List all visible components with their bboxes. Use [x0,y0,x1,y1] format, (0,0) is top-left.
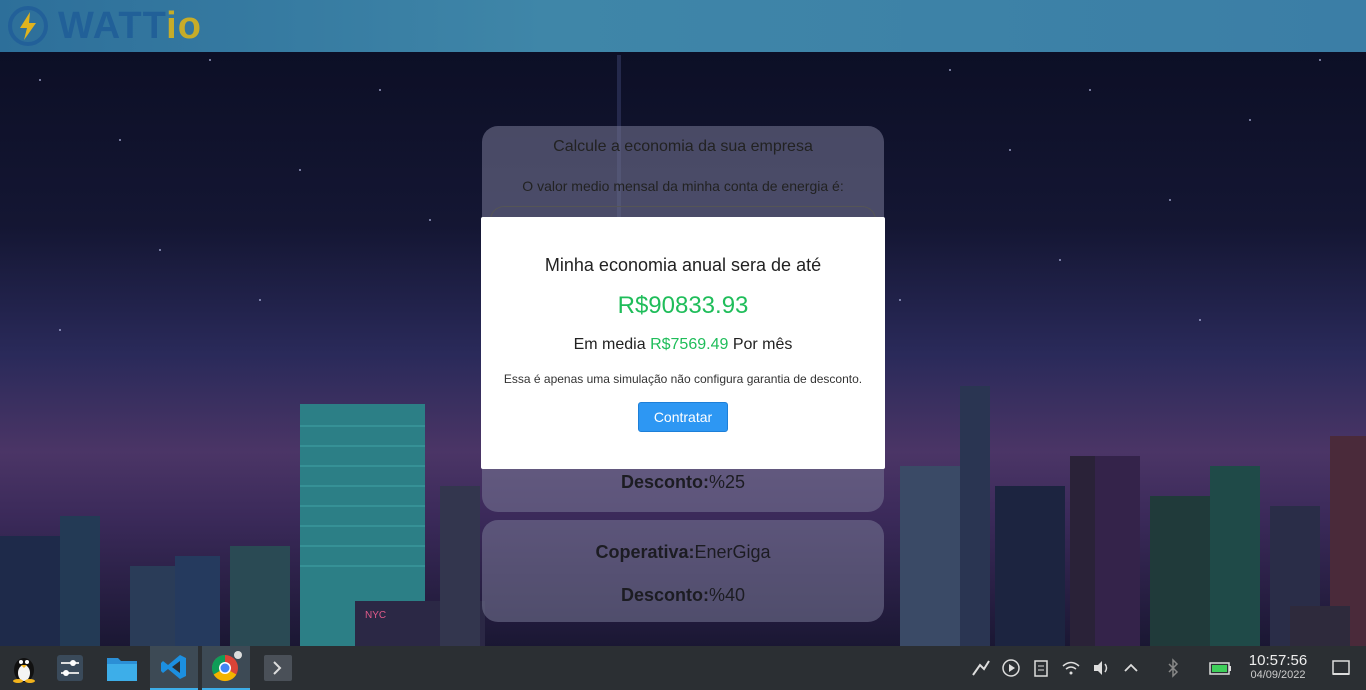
avg-prefix: Em media [573,336,646,353]
discount-value: %25 [708,472,746,492]
cooperative-value: EnerGiga [694,542,771,562]
cooperative-label: Coperativa: [595,542,695,562]
terminal-icon [264,655,292,681]
cooperative-discount-label: Desconto: [620,585,709,605]
battery-icon[interactable] [1208,657,1234,679]
discount-label: Desconto: [620,472,709,492]
os-taskbar: 10:57:56 04/09/2022 [0,646,1366,690]
simulation-disclaimer: Essa é apenas uma simulação não configur… [503,372,863,386]
app-launcher-button[interactable] [0,646,48,690]
klipper-icon[interactable] [970,657,992,679]
avg-suffix: Por mês [732,336,793,353]
logo-main-text: WATT [58,4,167,47]
volume-icon[interactable] [1090,657,1112,679]
file-manager-button[interactable] [98,646,146,690]
sliders-icon [57,655,83,681]
discount-row: Desconto:%25 [482,472,884,493]
lightning-logo-icon [8,6,48,46]
system-tray [966,646,1238,690]
system-settings-button[interactable] [46,646,94,690]
clipboard-icon[interactable] [1030,657,1052,679]
bluetooth-icon[interactable] [1162,657,1184,679]
chrome-button[interactable] [202,646,250,690]
monthly-average-line: Em media R$7569.49 Por mês [481,336,885,354]
cooperative-card: Coperativa:EnerGiga Desconto:%40 [482,520,884,622]
nyc-sign: NYC [365,610,386,621]
logo-text: WATTio [58,5,202,48]
chevron-up-icon[interactable] [1120,657,1142,679]
app-header: WATTio [0,0,1366,52]
vscode-icon [161,655,186,679]
show-desktop-icon[interactable] [1331,658,1351,678]
logo-suffix-text: io [166,4,202,47]
cooperative-row: Coperativa:EnerGiga [482,542,884,563]
monthly-savings-value: R$7569.49 [650,336,729,353]
taskbar-clock[interactable]: 10:57:56 04/09/2022 [1240,652,1316,681]
media-player-icon[interactable] [1000,657,1022,679]
folder-icon [107,658,137,681]
savings-modal: Minha economia anual sera de até R$90833… [481,217,885,469]
vscode-button[interactable] [150,646,198,690]
cooperative-discount-row: Desconto:%40 [482,585,884,606]
cooperative-discount-value: %40 [708,585,746,605]
linux-tux-icon [13,658,35,683]
clock-date: 04/09/2022 [1250,669,1306,681]
clock-time: 10:57:56 [1248,652,1308,669]
wifi-icon[interactable] [1060,657,1082,679]
chrome-icon [211,651,242,682]
wattio-logo[interactable]: WATTio [6,4,202,48]
calculator-title: Calcule a economia da sua empresa [553,138,813,155]
energy-bill-label: O valor medio mensal da minha conta de e… [522,178,844,194]
modal-title: Minha economia anual sera de até [544,255,822,275]
terminal-button[interactable] [254,646,302,690]
contratar-button[interactable]: Contratar [637,402,729,432]
annual-savings-value: R$90833.93 [617,292,749,319]
